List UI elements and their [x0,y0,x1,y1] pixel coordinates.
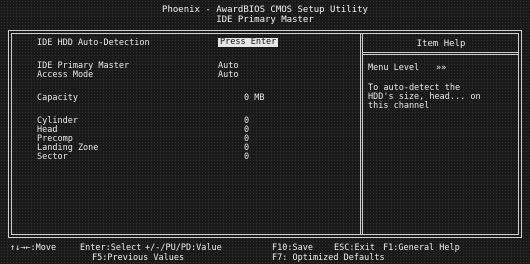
help-title-separator [363,52,519,55]
access-mode-value[interactable]: Auto [218,71,238,80]
page-title: IDE Primary Master [216,15,314,25]
footer-previous-values: F5:Previous Values [92,253,185,263]
footer-exit: ESC:Exit [334,243,375,253]
footer-move: ↑↓→←:Move [10,243,57,253]
menu-level-label: Menu Level [368,63,420,73]
utility-title: Phoenix - AwardBIOS CMOS Setup Utility [162,5,368,15]
auto-detect-label: IDE HDD Auto-Detection [37,38,150,48]
footer-optimized-defaults: F7: Optimized Defaults [272,253,385,263]
sector-value: 0 [244,152,250,162]
capacity-label: Capacity [37,93,78,103]
access-mode-label: Access Mode [37,70,94,80]
sector-label: Sector [37,152,68,162]
panel-divider [360,33,363,235]
press-enter-button[interactable]: Press Enter [218,38,279,47]
footer-value: +/-/PU/PD:Value [145,243,222,253]
bios-header: Phoenix - AwardBIOS CMOS Setup Utility I… [0,0,530,30]
footer-save: F10:Save [272,243,313,253]
menu-level-value: »» [436,63,447,73]
item-help-title: Item Help [416,39,466,49]
capacity-value: 0 MB [244,93,265,103]
footer-general-help: F1:General Help [383,243,460,253]
help-text-line3: this channel [368,101,430,111]
footer-select: Enter:Select [80,243,142,253]
